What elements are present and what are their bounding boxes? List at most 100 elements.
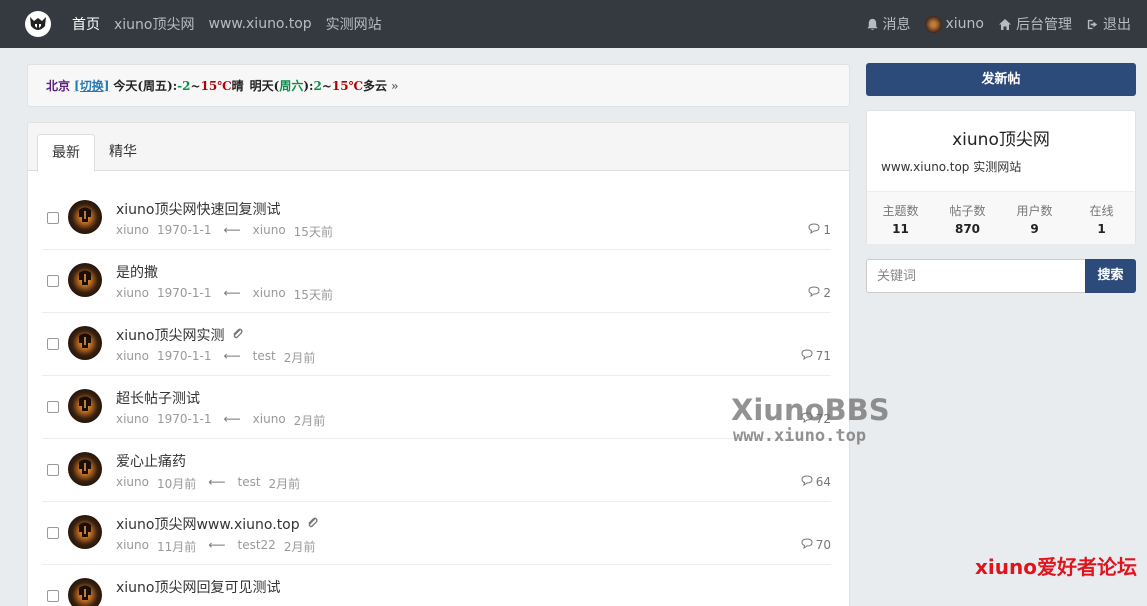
thread-replies: 2 [808, 286, 831, 300]
thread-author-avatar[interactable] [68, 326, 102, 360]
watermark-url: www.xiuno.top [733, 426, 867, 446]
thread-checkbox[interactable] [47, 212, 59, 224]
nav-logout[interactable]: 退出 [1086, 14, 1131, 34]
search-input[interactable] [866, 259, 1085, 293]
tab-latest[interactable]: 最新 [37, 134, 95, 172]
thread-last-user[interactable]: test [253, 349, 276, 366]
thread-replies: 71 [801, 349, 831, 363]
thread-subject[interactable]: xiuno顶尖网回复可见测试 [116, 577, 281, 597]
thread-row[interactable]: 超长帖子测试 xiuno 1970-1-1 ⟵ xiuno 2月前 72 [42, 376, 831, 439]
nav-xiuno-url[interactable]: www.xiuno.top [209, 16, 312, 32]
left-arrow-icon: ⟵ [208, 538, 226, 552]
attachment-icon [231, 327, 244, 344]
stat-value: 9 [1030, 222, 1039, 236]
thread-subject[interactable]: xiuno顶尖网www.xiuno.top [116, 514, 319, 534]
thread-author[interactable]: xiuno [116, 412, 149, 429]
thread-reply-count: 70 [815, 538, 831, 552]
nav-messages[interactable]: 消息 [866, 14, 911, 34]
spartan-avatar-icon [75, 520, 95, 544]
thread-row[interactable]: xiuno顶尖网www.xiuno.top xiuno 11月前 ⟵ test22 2月前… [42, 502, 831, 565]
weather-tomorrow-cond: 多云 [362, 79, 387, 93]
search-button[interactable]: 搜索 [1085, 259, 1136, 293]
nav-home[interactable]: 首页 [72, 14, 100, 34]
thread-last-user[interactable]: test [237, 475, 260, 492]
thread-subject[interactable]: xiuno顶尖网实测 [116, 325, 244, 345]
stat-label: 在线 [1089, 204, 1114, 218]
thread-last-user[interactable]: xiuno [253, 412, 286, 429]
thread-author-avatar[interactable] [68, 578, 102, 606]
thread-row[interactable]: xiuno顶尖网实测 xiuno 1970-1-1 ⟵ test 2月前 71 [42, 313, 831, 376]
thread-row[interactable]: 是的撒 xiuno 1970-1-1 ⟵ xiuno 15天前 2 [42, 250, 831, 313]
spartan-avatar-icon [75, 268, 95, 292]
nav-user[interactable]: xiuno [924, 15, 985, 33]
thread-author-avatar[interactable] [68, 515, 102, 549]
thread-list-card: 最新 精华 xiuno顶尖网快速回复测试 xiuno 1970-1-1 ⟵ xiuno 1… [27, 122, 850, 606]
watermark-brand: XiunoBBS [731, 393, 890, 427]
thread-author-avatar[interactable] [68, 263, 102, 297]
thread-checkbox[interactable] [47, 590, 59, 602]
thread-author[interactable]: xiuno [116, 349, 149, 366]
thread-reply-count: 64 [815, 475, 831, 489]
thread-author[interactable]: xiuno [116, 475, 149, 492]
thread-checkbox[interactable] [47, 401, 59, 413]
thread-last-time: 2月前 [268, 477, 301, 491]
thread-subject[interactable]: 是的撒 [116, 262, 158, 282]
stat-users: 用户数 9 [1001, 192, 1068, 244]
thread-last-time: 15天前 [293, 288, 333, 302]
tab-bar: 最新 精华 [28, 123, 849, 172]
left-arrow-icon: ⟵ [223, 223, 241, 237]
spartan-avatar-icon [75, 331, 95, 355]
nav-xiuno-site[interactable]: xiuno顶尖网 [114, 14, 195, 34]
thread-subject[interactable]: 爱心止痛药 [116, 451, 186, 471]
nav-admin-label: 后台管理 [1016, 17, 1072, 33]
nav-admin[interactable]: 后台管理 [998, 14, 1072, 34]
nav-user-label: xiuno [945, 16, 985, 32]
thread-author[interactable]: xiuno [116, 286, 149, 303]
thread-subject[interactable]: xiuno顶尖网快速回复测试 [116, 199, 281, 219]
site-info-card: xiuno顶尖网 www.xiuno.top 实测网站 主题数 11 帖子数 8… [866, 110, 1136, 244]
thread-author[interactable]: xiuno [116, 538, 149, 555]
stat-online: 在线 1 [1068, 192, 1135, 244]
home-icon [999, 18, 1011, 30]
thread-row[interactable]: 爱心止痛药 xiuno 10月前 ⟵ test 2月前 64 [42, 439, 831, 502]
thread-reply-count: 71 [815, 349, 831, 363]
thread-reply-count: 1 [823, 223, 831, 237]
thread-row[interactable]: xiuno顶尖网回复可见测试 [42, 565, 831, 606]
thread-subject[interactable]: 超长帖子测试 [116, 388, 200, 408]
weather-today-label: 今天(周五): [113, 79, 178, 93]
thread-last-user[interactable]: xiuno [253, 223, 286, 240]
thread-row[interactable]: xiuno顶尖网快速回复测试 xiuno 1970-1-1 ⟵ xiuno 15天前 1 [42, 187, 831, 250]
nav-messages-label: 消息 [882, 17, 911, 33]
tab-digest[interactable]: 精华 [95, 134, 151, 172]
stat-value: 11 [892, 222, 909, 236]
nav-test-site[interactable]: 实测网站 [326, 14, 382, 34]
thread-author[interactable]: xiuno [116, 223, 149, 240]
site-title: xiuno顶尖网 [952, 130, 1050, 150]
stat-label: 用户数 [1016, 204, 1053, 218]
thread-last-user[interactable]: xiuno [253, 286, 286, 303]
site-logo[interactable] [25, 11, 51, 37]
thread-last-user[interactable]: test22 [237, 538, 275, 555]
thread-subject-text: 是的撒 [116, 265, 158, 281]
thread-author-avatar[interactable] [68, 452, 102, 486]
weather-switch-link[interactable]: [切换] [74, 77, 109, 94]
weather-more-link[interactable]: » [391, 79, 399, 93]
thread-reply-count: 2 [823, 286, 831, 300]
thread-date: 1970-1-1 [157, 412, 212, 426]
stat-threads: 主题数 11 [867, 192, 934, 244]
thread-checkbox[interactable] [47, 527, 59, 539]
thread-meta: xiuno 1970-1-1 ⟵ xiuno 2月前 [116, 412, 333, 429]
thread-meta: xiuno 1970-1-1 ⟵ test 2月前 [116, 349, 323, 366]
thread-subject-text: xiuno顶尖网实测 [116, 328, 225, 344]
bell-icon [866, 18, 878, 30]
thread-author-avatar[interactable] [68, 389, 102, 423]
thread-checkbox[interactable] [47, 275, 59, 287]
thread-list: xiuno顶尖网快速回复测试 xiuno 1970-1-1 ⟵ xiuno 15天前 1 是的… [28, 187, 849, 606]
new-thread-button[interactable]: 发新帖 [866, 63, 1136, 96]
weather-tomorrow-sep: ~ [321, 78, 332, 93]
user-avatar [924, 15, 942, 33]
thread-checkbox[interactable] [47, 338, 59, 350]
thread-author-avatar[interactable] [68, 200, 102, 234]
thread-subject-text: 超长帖子测试 [116, 391, 200, 407]
thread-checkbox[interactable] [47, 464, 59, 476]
